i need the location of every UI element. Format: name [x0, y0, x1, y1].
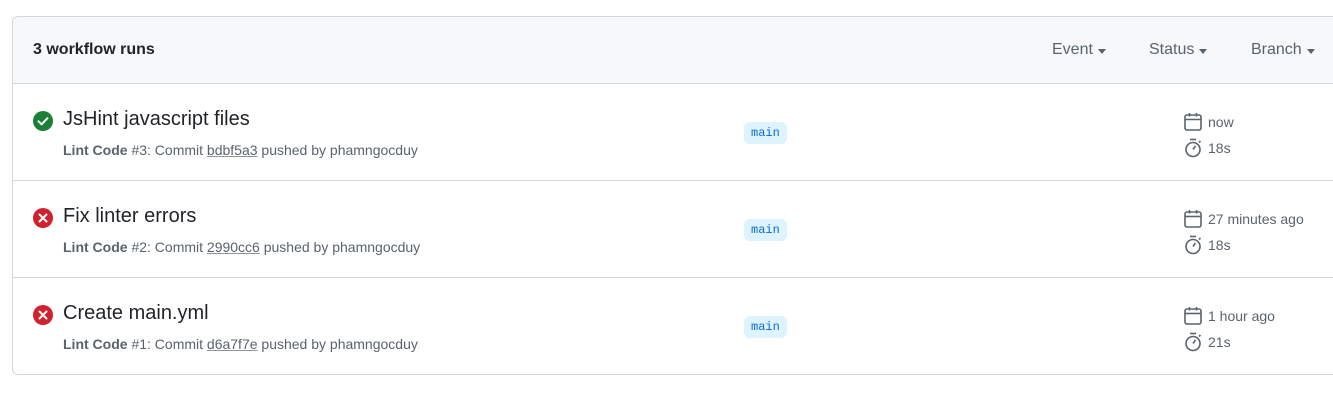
check-circle-icon [33, 111, 53, 131]
run-duration: 18s [1184, 138, 1231, 158]
calendar-icon [1184, 307, 1202, 325]
run-duration-text: 21s [1208, 334, 1231, 350]
commit-prefix: : Commit [147, 142, 207, 158]
caret-down-icon [1199, 48, 1208, 54]
runs-count: 3 workflow runs [33, 41, 155, 58]
branch-badge[interactable]: main [744, 316, 787, 338]
branch-badge[interactable]: main [744, 219, 787, 241]
commit-sha-link[interactable]: d6a7f7e [207, 336, 258, 352]
run-duration-text: 18s [1208, 140, 1231, 156]
run-time: now [1184, 112, 1234, 132]
run-time: 27 minutes ago [1184, 209, 1304, 229]
calendar-icon [1184, 113, 1202, 131]
run-duration-text: 18s [1208, 237, 1231, 253]
workflow-run-row[interactable]: Fix linter errors Lint Code #2: Commit 2… [13, 181, 1333, 278]
run-duration: 21s [1184, 332, 1231, 352]
run-title-link[interactable]: Create main.yml [63, 302, 209, 325]
run-time-text: 1 hour ago [1208, 308, 1275, 324]
run-time: 1 hour ago [1184, 306, 1275, 326]
branch-filter-label: Branch [1251, 41, 1302, 58]
commit-sha-link[interactable]: bdbf5a3 [207, 142, 258, 158]
run-title-link[interactable]: JsHint javascript files [63, 108, 250, 131]
run-meta: Lint Code #3: Commit bdbf5a3 pushed by p… [63, 142, 418, 158]
status-filter-label: Status [1149, 41, 1195, 58]
run-number: #2 [131, 239, 148, 255]
run-title-link[interactable]: Fix linter errors [63, 205, 196, 228]
stopwatch-icon [1185, 332, 1202, 352]
workflow-run-row[interactable]: Create main.yml Lint Code #1: Commit d6a… [13, 278, 1333, 372]
branch-badge[interactable]: main [744, 122, 787, 144]
workflow-run-row[interactable]: JsHint javascript files Lint Code #3: Co… [13, 84, 1333, 181]
caret-down-icon [1306, 48, 1315, 54]
event-filter-label: Event [1052, 41, 1093, 58]
x-circle-icon [33, 305, 53, 325]
pushed-by-text: pushed by phamngocduy [257, 142, 418, 158]
stopwatch-icon [1185, 235, 1202, 255]
branch-filter-dropdown[interactable]: Branch [1251, 41, 1315, 59]
run-duration: 18s [1184, 235, 1231, 255]
run-meta: Lint Code #2: Commit 2990cc6 pushed by p… [63, 239, 420, 255]
workflow-name: Lint Code [63, 336, 128, 352]
x-circle-icon [33, 208, 53, 228]
run-time-text: now [1208, 114, 1234, 130]
runs-header: 3 workflow runs Event Status Branch [13, 17, 1333, 84]
commit-sha-link[interactable]: 2990cc6 [207, 239, 260, 255]
status-filter-dropdown[interactable]: Status [1149, 41, 1208, 59]
run-time-text: 27 minutes ago [1208, 211, 1304, 227]
event-filter-dropdown[interactable]: Event [1052, 41, 1106, 59]
workflow-runs-box: 3 workflow runs Event Status Branch JsHi… [12, 16, 1333, 375]
caret-down-icon [1097, 48, 1106, 54]
calendar-icon [1184, 210, 1202, 228]
run-number: #3 [131, 142, 148, 158]
pushed-by-text: pushed by phamngocduy [257, 336, 418, 352]
stopwatch-icon [1185, 138, 1202, 158]
workflow-name: Lint Code [63, 239, 128, 255]
commit-prefix: : Commit [147, 336, 207, 352]
workflow-name: Lint Code [63, 142, 128, 158]
commit-prefix: : Commit [147, 239, 207, 255]
run-number: #1 [131, 336, 148, 352]
run-meta: Lint Code #1: Commit d6a7f7e pushed by p… [63, 336, 418, 352]
pushed-by-text: pushed by phamngocduy [259, 239, 421, 255]
